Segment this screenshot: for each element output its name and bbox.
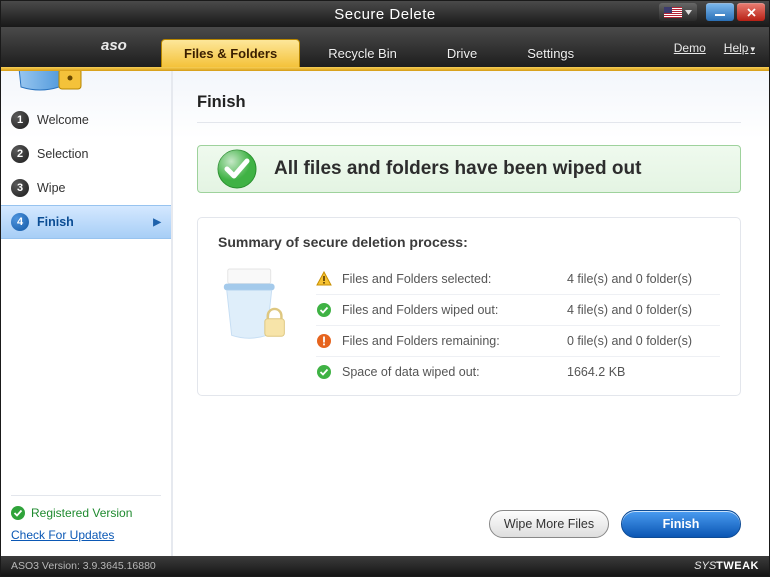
step-number: 2 <box>11 145 29 163</box>
registered-label: Registered Version <box>31 506 132 520</box>
summary-row: Files and Folders selected: 4 file(s) an… <box>316 264 720 295</box>
shredder-illustration-icon <box>218 264 298 355</box>
minimize-button[interactable] <box>706 3 734 21</box>
company-label: SYSTWEAK <box>694 560 759 572</box>
summary-row: Files and Folders wiped out: 4 file(s) a… <box>316 295 720 326</box>
brand-label: aso <box>101 37 127 54</box>
sidebar-footer: Registered Version Check For Updates <box>1 487 171 556</box>
check-circle-icon <box>216 148 258 190</box>
wipe-more-button[interactable]: Wipe More Files <box>489 510 609 538</box>
tab-label: Recycle Bin <box>328 46 397 61</box>
action-buttons: Wipe More Files Finish <box>489 510 741 538</box>
check-circle-icon <box>316 364 332 380</box>
tab-label: Files & Folders <box>184 46 277 61</box>
summary-body: Files and Folders selected: 4 file(s) an… <box>218 264 720 387</box>
tab-label: Drive <box>447 46 477 61</box>
row-value: 1664.2 KB <box>567 365 625 379</box>
wizard-steps: 1 Welcome 2 Selection 3 Wipe 4 Finish ▶ <box>1 103 171 239</box>
close-button[interactable] <box>737 3 765 21</box>
app-title: Secure Delete <box>334 6 436 23</box>
content: Finish All files and folders have been w… <box>173 71 769 556</box>
check-circle-icon <box>11 506 25 520</box>
success-banner: All files and folders have been wiped ou… <box>197 145 741 193</box>
version-label: ASO3 Version: 3.9.3645.16880 <box>11 560 156 572</box>
step-number: 1 <box>11 111 29 129</box>
language-selector[interactable] <box>659 3 697 21</box>
step-label: Welcome <box>37 113 89 127</box>
summary-panel: Summary of secure deletion process: <box>197 217 741 396</box>
step-wipe[interactable]: 3 Wipe <box>1 171 171 205</box>
finish-button[interactable]: Finish <box>621 510 741 538</box>
check-updates-link[interactable]: Check For Updates <box>11 528 114 542</box>
app-window: Secure Delete aso Files & Folders Recycl… <box>0 0 770 577</box>
close-icon <box>747 8 756 17</box>
step-label: Selection <box>37 147 88 161</box>
tab-settings[interactable]: Settings <box>505 39 596 67</box>
step-number: 4 <box>11 213 29 231</box>
error-circle-icon <box>316 333 332 349</box>
row-label: Space of data wiped out: <box>342 365 557 379</box>
button-label: Finish <box>663 517 700 531</box>
check-circle-icon <box>316 302 332 318</box>
row-value: 0 file(s) and 0 folder(s) <box>567 334 692 348</box>
summary-rows: Files and Folders selected: 4 file(s) an… <box>316 264 720 387</box>
row-label: Files and Folders selected: <box>342 272 557 286</box>
sidebar: 1 Welcome 2 Selection 3 Wipe 4 Finish ▶ <box>1 71 173 556</box>
button-label: Wipe More Files <box>504 517 594 531</box>
tab-files-folders[interactable]: Files & Folders <box>161 39 300 67</box>
step-number: 3 <box>11 179 29 197</box>
flag-us-icon <box>664 7 682 18</box>
page-heading: Finish <box>197 93 741 123</box>
summary-row: Space of data wiped out: 1664.2 KB <box>316 357 720 387</box>
tab-label: Settings <box>527 46 574 61</box>
window-controls <box>706 3 765 21</box>
summary-row: Files and Folders remaining: 0 file(s) a… <box>316 326 720 357</box>
minimize-icon <box>715 9 725 17</box>
row-value: 4 file(s) and 0 folder(s) <box>567 303 692 317</box>
chevron-down-icon: ▾ <box>750 44 755 54</box>
warning-icon <box>316 271 332 287</box>
step-label: Finish <box>37 215 74 229</box>
summary-heading: Summary of secure deletion process: <box>218 234 720 250</box>
row-label: Files and Folders remaining: <box>342 334 557 348</box>
registered-status: Registered Version <box>11 495 161 520</box>
help-label: Help <box>724 41 749 55</box>
app-logo-icon <box>9 71 91 95</box>
chevron-right-icon: ▶ <box>153 217 161 228</box>
step-selection[interactable]: 2 Selection <box>1 137 171 171</box>
status-bar: ASO3 Version: 3.9.3645.16880 SYSTWEAK <box>1 556 769 576</box>
chevron-down-icon <box>685 10 692 15</box>
title-bar: Secure Delete <box>1 1 769 27</box>
banner-text: All files and folders have been wiped ou… <box>274 158 641 180</box>
tab-recycle-bin[interactable]: Recycle Bin <box>306 39 419 67</box>
step-label: Wipe <box>37 181 65 195</box>
main-area: 1 Welcome 2 Selection 3 Wipe 4 Finish ▶ <box>1 71 769 556</box>
demo-link[interactable]: Demo <box>674 41 706 55</box>
row-label: Files and Folders wiped out: <box>342 303 557 317</box>
tab-drive[interactable]: Drive <box>425 39 499 67</box>
row-value: 4 file(s) and 0 folder(s) <box>567 272 692 286</box>
step-welcome[interactable]: 1 Welcome <box>1 103 171 137</box>
step-finish[interactable]: 4 Finish ▶ <box>1 205 171 239</box>
menu-bar: aso Files & Folders Recycle Bin Drive Se… <box>1 27 769 67</box>
help-link[interactable]: Help▾ <box>724 41 755 55</box>
menu-links: Demo Help▾ <box>674 41 755 55</box>
